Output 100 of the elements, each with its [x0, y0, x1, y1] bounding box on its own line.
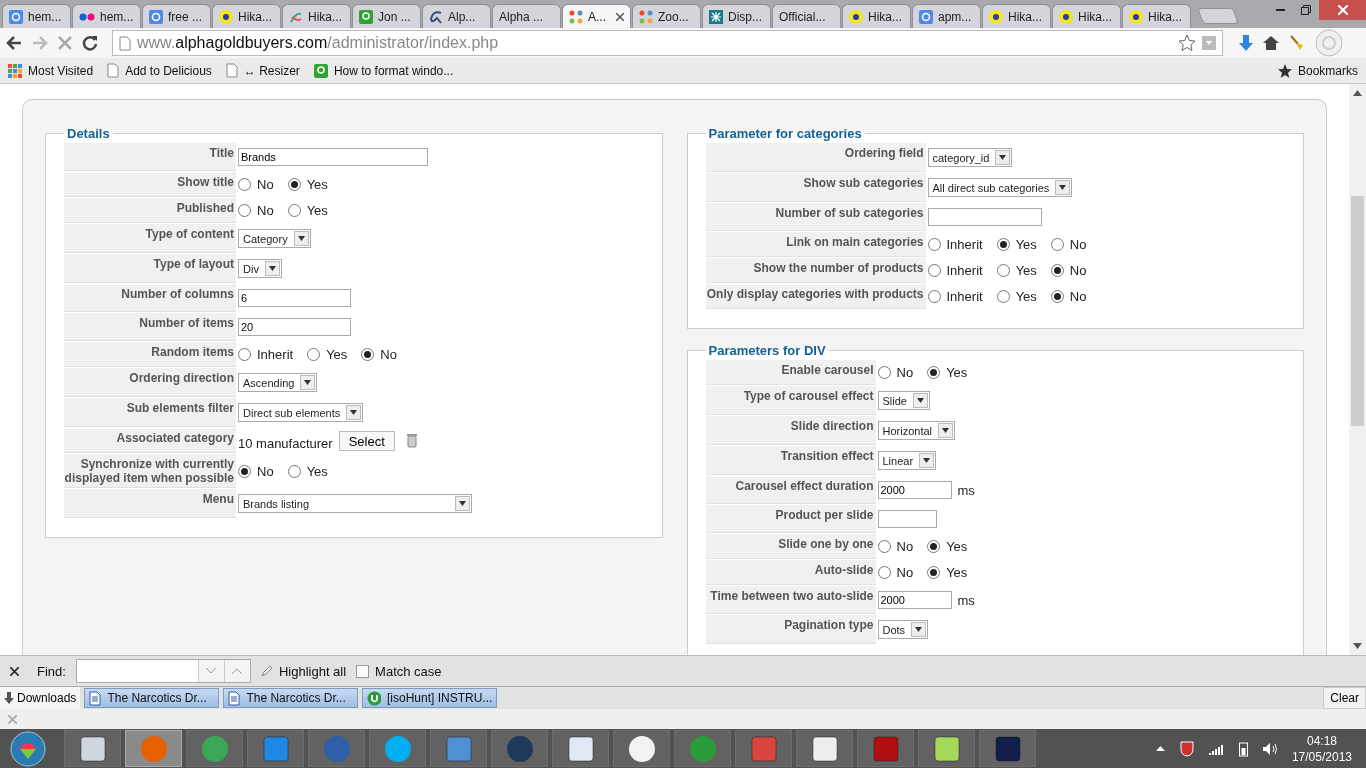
- select-field[interactable]: Direct sub elements: [238, 403, 364, 422]
- text-field[interactable]: 2000: [877, 481, 952, 499]
- taskbar-app[interactable]: [979, 730, 1036, 767]
- radio-option[interactable]: No: [238, 177, 274, 192]
- download-icon[interactable]: [1239, 35, 1253, 51]
- radio-option[interactable]: Inherit: [927, 289, 983, 304]
- tray-arrow-icon[interactable]: [1155, 746, 1165, 751]
- radio-option[interactable]: No: [1050, 237, 1087, 252]
- radio-option[interactable]: Yes: [996, 237, 1037, 252]
- radio-button[interactable]: [996, 238, 1010, 251]
- radio-option[interactable]: Yes: [927, 365, 968, 380]
- radio-option[interactable]: No: [361, 347, 397, 362]
- browser-tab[interactable]: Hika...: [982, 4, 1051, 28]
- taskbar-app[interactable]: [64, 730, 121, 767]
- down-arrow-icon[interactable]: [1353, 643, 1362, 649]
- select-button[interactable]: Select: [338, 431, 395, 451]
- browser-tab[interactable]: hem...: [72, 4, 141, 28]
- speaker-icon[interactable]: [1261, 741, 1278, 756]
- radio-button[interactable]: [996, 290, 1010, 303]
- text-field[interactable]: [877, 510, 937, 528]
- radio-option[interactable]: No: [238, 463, 274, 479]
- browser-tab[interactable]: free ...: [142, 4, 211, 28]
- radio-option[interactable]: Yes: [927, 539, 968, 554]
- radio-option[interactable]: No: [877, 565, 914, 580]
- restore-icon[interactable]: [1301, 5, 1311, 15]
- new-tab-button[interactable]: [1197, 8, 1239, 24]
- radio-button[interactable]: [877, 366, 891, 379]
- select-field[interactable]: Dots: [877, 620, 929, 639]
- select-field[interactable]: All direct sub categories: [927, 178, 1073, 197]
- text-field[interactable]: Brands: [238, 148, 428, 166]
- match-case-checkbox[interactable]: Match case: [356, 663, 442, 679]
- select-field[interactable]: Brands listing: [238, 494, 472, 513]
- downloads-button[interactable]: Downloads: [0, 687, 81, 709]
- radio-button[interactable]: [927, 264, 941, 277]
- radio-button[interactable]: [877, 540, 891, 553]
- radio-button[interactable]: [361, 348, 375, 361]
- up-arrow-icon[interactable]: [1353, 90, 1362, 96]
- select-field[interactable]: Div: [238, 259, 282, 278]
- download-item[interactable]: The Narcotics Dr...: [223, 688, 359, 708]
- trash-icon[interactable]: [406, 434, 417, 448]
- radio-option[interactable]: Inherit: [927, 237, 983, 252]
- taskbar-app[interactable]: [918, 730, 975, 767]
- close-icon[interactable]: [10, 666, 19, 676]
- chevron-up-icon[interactable]: [232, 668, 243, 674]
- bookmark-item[interactable]: Add to Delicious: [107, 63, 212, 78]
- select-field[interactable]: Slide: [877, 391, 930, 410]
- radio-button[interactable]: [1050, 238, 1064, 251]
- radio-option[interactable]: Inherit: [238, 347, 294, 362]
- start-icon[interactable]: [10, 730, 46, 767]
- taskbar-app[interactable]: [613, 730, 670, 767]
- close-button[interactable]: [1319, 0, 1366, 20]
- select-field[interactable]: category_id: [927, 148, 1013, 167]
- text-field[interactable]: [927, 208, 1042, 226]
- radio-button[interactable]: [307, 348, 321, 361]
- radio-option[interactable]: No: [1050, 289, 1087, 304]
- chevron-down-icon[interactable]: [206, 668, 217, 674]
- radio-option[interactable]: Yes: [996, 289, 1037, 304]
- radio-option[interactable]: Yes: [287, 177, 328, 192]
- shield-icon[interactable]: [1178, 740, 1195, 757]
- radio-button[interactable]: [238, 178, 251, 191]
- radio-option[interactable]: No: [1050, 263, 1087, 278]
- browser-tab[interactable]: hem...: [2, 4, 71, 28]
- text-field[interactable]: 6: [238, 289, 351, 307]
- radio-button[interactable]: [877, 566, 891, 579]
- broom-icon[interactable]: [1289, 35, 1305, 51]
- browser-tab[interactable]: Alpha ...: [492, 4, 561, 28]
- browser-tab[interactable]: Hika...: [1052, 4, 1121, 28]
- select-field[interactable]: Category: [238, 229, 311, 248]
- radio-button[interactable]: [927, 540, 941, 553]
- browser-tab[interactable]: A...: [562, 4, 631, 28]
- taskbar-app[interactable]: [796, 730, 853, 767]
- home-icon[interactable]: [1263, 35, 1279, 51]
- select-field[interactable]: Ascending: [238, 373, 318, 392]
- browser-tab[interactable]: Official...: [772, 4, 841, 28]
- scrollbar[interactable]: [1349, 84, 1366, 655]
- signal-icon[interactable]: [1208, 742, 1225, 755]
- download-item[interactable]: The Narcotics Dr...: [84, 688, 220, 708]
- browser-tab[interactable]: Hika...: [212, 4, 281, 28]
- radio-option[interactable]: No: [238, 203, 274, 218]
- stop-icon[interactable]: [58, 36, 72, 50]
- text-field[interactable]: 2000: [877, 591, 952, 609]
- select-field[interactable]: Linear: [877, 451, 937, 470]
- minimize-icon[interactable]: [1275, 8, 1285, 12]
- radio-option[interactable]: Yes: [996, 263, 1037, 278]
- radio-button[interactable]: [238, 204, 251, 217]
- reload-icon[interactable]: [82, 35, 98, 51]
- select-field[interactable]: Horizontal: [877, 421, 956, 440]
- browser-tab[interactable]: Hika...: [282, 4, 351, 28]
- back-icon[interactable]: [6, 36, 22, 50]
- radio-option[interactable]: Yes: [307, 347, 348, 362]
- radio-button[interactable]: [238, 464, 251, 478]
- radio-button[interactable]: [927, 290, 941, 303]
- star-icon[interactable]: [1178, 34, 1196, 52]
- radio-option[interactable]: Yes: [287, 463, 328, 479]
- bookmark-item[interactable]: ↔ Resizer: [225, 63, 300, 78]
- find-field[interactable]: [75, 659, 251, 683]
- address-bar[interactable]: www.alphagoldbuyers.com/administrator/index.php: [112, 30, 1223, 56]
- radio-button[interactable]: [287, 204, 301, 217]
- radio-option[interactable]: No: [877, 539, 914, 554]
- radio-button[interactable]: [927, 566, 941, 579]
